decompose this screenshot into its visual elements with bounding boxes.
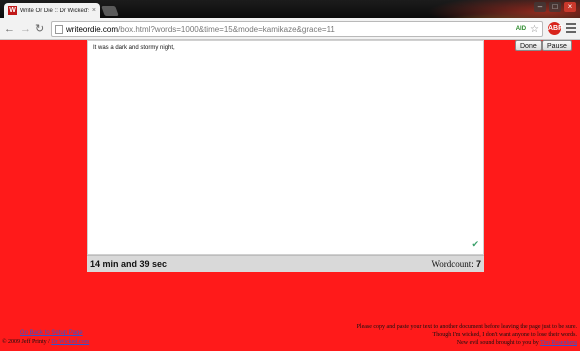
copyright: © 2009 Jeff Printy / Dr Wicked.com xyxy=(2,339,89,345)
browser-tab-active[interactable]: W Write Or Die :: Dr Wicked's W × xyxy=(4,3,100,18)
forward-arrow-icon[interactable]: → xyxy=(20,22,31,36)
note-sound-text: New evil sound brought to you by xyxy=(456,340,541,346)
url-path: /box.html?words=1000&time=15&mode=kamika… xyxy=(118,24,335,34)
done-button[interactable]: Done xyxy=(515,40,542,51)
adblock-icon[interactable]: ABP xyxy=(548,22,563,35)
tim-rosenberg-link[interactable]: Tim Rosenberg xyxy=(540,340,577,346)
wordcount: Wordcount: 7 xyxy=(431,259,481,269)
page-body: Done Pause It was a dark and stormy nigh… xyxy=(0,40,580,351)
close-window-button[interactable]: × xyxy=(564,2,576,12)
wordcount-label: Wordcount: xyxy=(431,259,474,269)
reload-icon[interactable]: ↻ xyxy=(35,22,44,36)
pause-button[interactable]: Pause xyxy=(542,40,572,51)
url-host: writeordie.com xyxy=(66,24,119,34)
browser-titlebar: W Write Or Die :: Dr Wicked's W × – □ × xyxy=(0,0,580,18)
note-copy-paste: Please copy and paste your text to anoth… xyxy=(356,324,577,330)
bookmark-star-icon[interactable]: ☆ xyxy=(530,24,539,35)
note-sound: New evil sound brought to you by Tim Ros… xyxy=(357,339,577,347)
timer-readout: 14 min and 39 sec xyxy=(90,259,168,269)
status-bar: 14 min and 39 sec Wordcount: 7 xyxy=(87,255,484,272)
hamburger-menu-icon[interactable] xyxy=(566,23,576,35)
back-arrow-icon[interactable]: ← xyxy=(4,22,15,36)
window-controls: – □ × xyxy=(534,2,576,12)
writing-textarea[interactable]: It was a dark and stormy night, ✔ xyxy=(87,40,484,255)
page-icon xyxy=(55,24,63,34)
copyright-text: © 2009 Jeff Printy / xyxy=(2,339,52,345)
footer-notes: Please copy and paste your text to anoth… xyxy=(357,323,577,347)
new-tab-button[interactable] xyxy=(101,6,119,16)
spellcheck-check-icon: ✔ xyxy=(471,239,479,249)
back-to-setup-link[interactable]: Go Back to Setup Page xyxy=(20,330,83,336)
browser-toolbar: ← → ↻ writeordie.com /box.html?words=100… xyxy=(0,18,580,40)
drwicked-link[interactable]: Dr Wicked.com xyxy=(51,339,89,345)
tab-close-icon[interactable]: × xyxy=(92,7,96,14)
extension-badge[interactable]: AID xyxy=(516,26,526,32)
favicon-icon: W xyxy=(8,6,17,15)
wordcount-value: 7 xyxy=(475,259,481,269)
tab-title: Write Or Die :: Dr Wicked's W xyxy=(20,7,89,14)
address-bar[interactable]: writeordie.com /box.html?words=1000&time… xyxy=(51,21,543,37)
note-wicked: Though I'm wicked, I don't want anyone t… xyxy=(432,332,577,338)
minimize-button[interactable]: – xyxy=(534,2,546,12)
maximize-button[interactable]: □ xyxy=(549,2,561,12)
editor-text: It was a dark and stormy night, xyxy=(93,45,175,51)
